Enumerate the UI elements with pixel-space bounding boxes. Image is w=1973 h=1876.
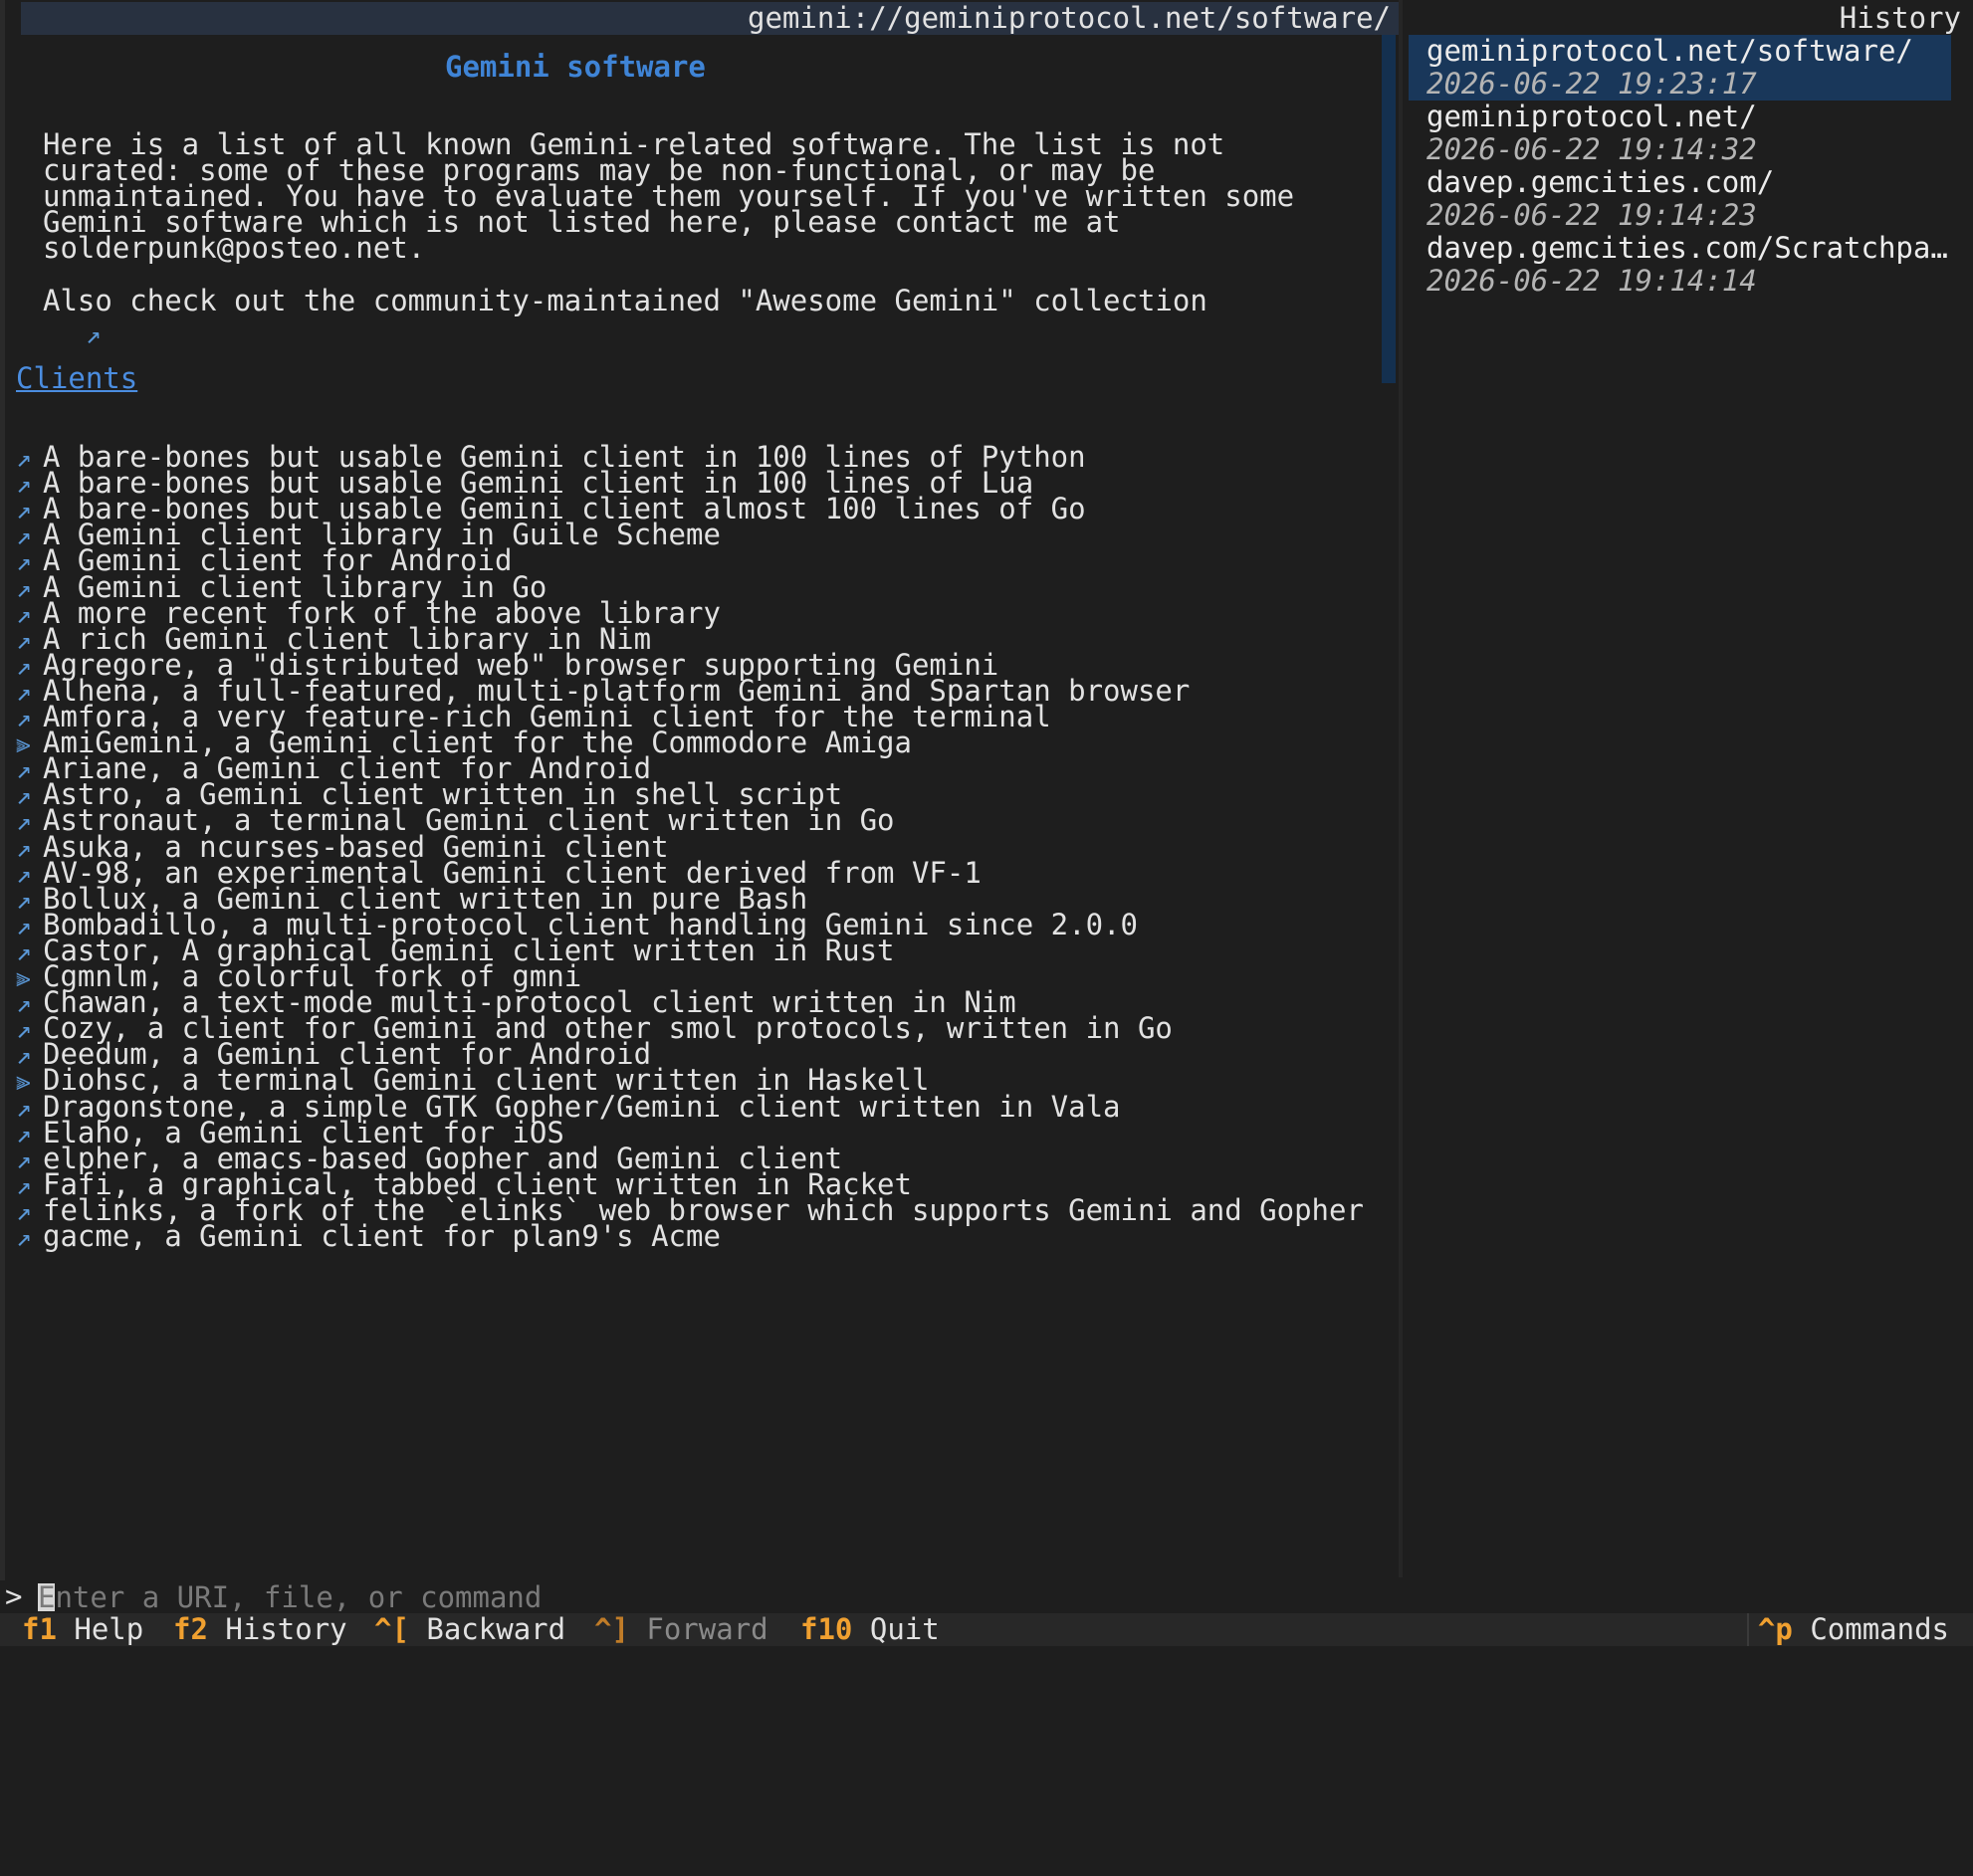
section-clients[interactable]: Clients xyxy=(16,362,137,395)
footer-key: ^p xyxy=(1757,1612,1793,1646)
footer-label: History xyxy=(225,1612,347,1646)
uri-input[interactable] xyxy=(38,1580,1929,1613)
document-pane[interactable]: gemini://geminiprotocol.net/software/ Ge… xyxy=(5,0,1399,1577)
pane-divider xyxy=(1399,0,1403,1577)
footer-key: f2 xyxy=(173,1612,208,1646)
footer-label: Help xyxy=(74,1612,144,1646)
history-entry[interactable]: davep.gemcities.com/ 2026-06-22 19:14:23 xyxy=(1409,166,1951,232)
document-scrollbar[interactable] xyxy=(1382,35,1396,383)
history-entry-time: 2026-06-22 19:14:23 xyxy=(1426,198,1757,232)
footer-key: ^[ xyxy=(374,1612,409,1646)
footer-label: Forward xyxy=(646,1612,768,1646)
command-prompt: > xyxy=(5,1579,23,1613)
history-entry-url: davep.gemcities.com/Scratchpad… xyxy=(1426,232,1951,265)
footer-label: Backward xyxy=(426,1612,566,1646)
footer-commands[interactable]: ^p Commands xyxy=(1758,1613,1949,1646)
footer-keybar: f1 Help f2 History ^[ Backward ^] Forwar… xyxy=(0,1613,1973,1646)
intro-line: solderpunk@posteo.net. xyxy=(43,231,426,265)
command-bar: > xyxy=(0,1580,1973,1613)
history-entry[interactable]: geminiprotocol.net/ 2026-06-22 19:14:32 xyxy=(1409,101,1951,166)
client-link-icon-wrap[interactable]: ↗ xyxy=(16,1220,32,1253)
external-link-icon: ↗ xyxy=(16,1223,32,1253)
awesome-gemini-link-label[interactable]: Also check out the community-maintained … xyxy=(43,285,1207,317)
footer-label: Commands xyxy=(1810,1612,1949,1646)
page-heading: Gemini software xyxy=(445,50,706,84)
history-entry-url: geminiprotocol.net/ xyxy=(1426,101,1757,133)
footer-quit[interactable]: f10 Quit xyxy=(800,1613,940,1646)
history-entry-url: geminiprotocol.net/software/ xyxy=(1426,35,1913,68)
footer-forward[interactable]: ^] Forward xyxy=(594,1613,768,1646)
history-entry[interactable]: davep.gemcities.com/Scratchpad… 2026-06-… xyxy=(1409,232,1951,298)
footer-key: f1 xyxy=(22,1612,57,1646)
history-entry[interactable]: geminiprotocol.net/software/ 2026-06-22 … xyxy=(1409,35,1951,101)
footer-label: Quit xyxy=(869,1612,940,1646)
external-link-icon: ↗ xyxy=(85,320,102,350)
history-entry-url: davep.gemcities.com/ xyxy=(1426,166,1775,199)
footer-history[interactable]: f2 History xyxy=(173,1613,347,1646)
history-title: History xyxy=(1409,2,1961,35)
footer-help[interactable]: f1 Help xyxy=(22,1613,143,1646)
history-entry-time: 2026-06-22 19:14:32 xyxy=(1426,132,1757,166)
client-link[interactable]: gacme, a Gemini client for plan9's Acme xyxy=(43,1220,721,1253)
footer-key: f10 xyxy=(800,1612,853,1646)
footer-separator xyxy=(1747,1613,1749,1646)
history-entry-time: 2026-06-22 19:14:14 xyxy=(1426,264,1757,298)
history-entry-time: 2026-06-22 19:23:17 xyxy=(1426,67,1757,101)
footer-backward[interactable]: ^[ Backward xyxy=(374,1613,565,1646)
footer-key: ^] xyxy=(594,1612,629,1646)
history-panel: History geminiprotocol.net/software/ 202… xyxy=(1407,0,1973,1577)
document-url-title: gemini://geminiprotocol.net/software/ xyxy=(21,2,1399,35)
